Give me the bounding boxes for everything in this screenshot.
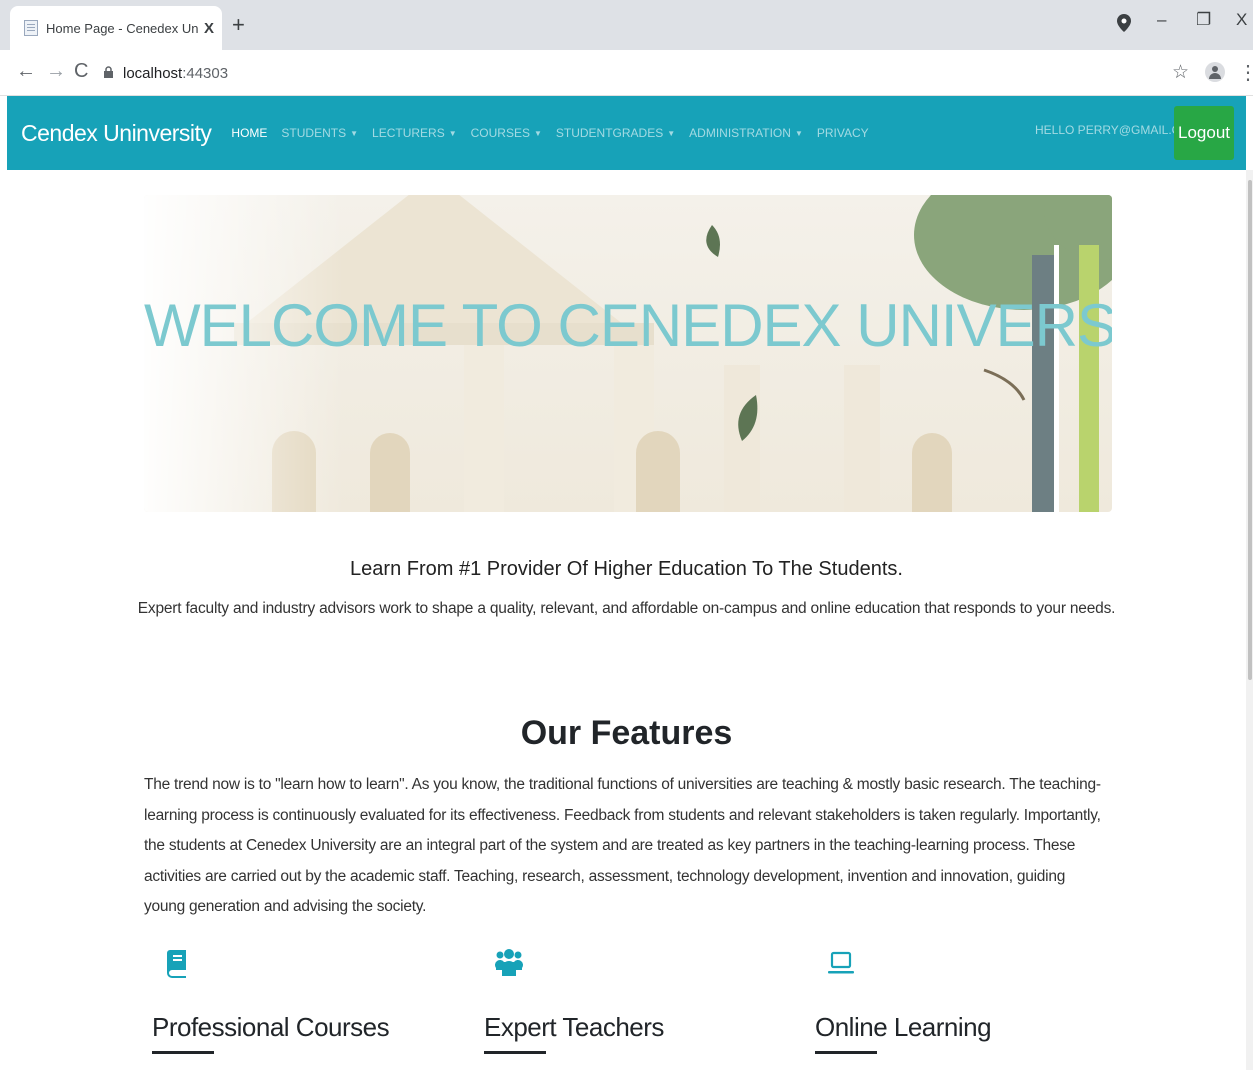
nav-link-studentgrades[interactable]: StudentGrades ▼ <box>556 126 675 140</box>
tab-close-icon[interactable]: X <box>204 20 214 37</box>
nav-link-home[interactable]: Home <box>231 126 267 140</box>
browser-tabstrip: Home Page - Cenedex University X + – ❐ X <box>0 0 1253 50</box>
feature-expert-teachers: Expert Teachers <box>484 946 744 1054</box>
restore-button[interactable]: ❐ <box>1196 10 1211 30</box>
tab-title: Home Page - Cenedex University <box>46 20 198 36</box>
browser-menu-icon[interactable]: ⋮ <box>1238 60 1253 85</box>
feature-online-learning: Online Learning <box>815 946 1075 1054</box>
back-icon[interactable]: ← <box>16 60 36 83</box>
browser-toolbar: ← → C localhost:44303 ☆ ⋮ <box>0 50 1253 96</box>
features-title: Our Features <box>520 714 733 752</box>
address-bar[interactable]: localhost:44303 <box>104 58 1154 88</box>
caret-down-icon: ▼ <box>448 129 457 139</box>
caret-down-icon: ▼ <box>667 129 676 139</box>
nav-link-lecturers[interactable]: Lecturers ▼ <box>372 126 457 140</box>
feature-title: Online Learning <box>815 1012 992 1042</box>
extension-icon[interactable] <box>1117 14 1131 37</box>
minimize-button[interactable]: – <box>1157 10 1166 30</box>
page-favicon-icon <box>24 20 38 36</box>
intro-text: Expert faculty and industry advisors wor… <box>137 600 1116 617</box>
caret-down-icon: ▼ <box>533 129 542 139</box>
book-icon <box>152 946 412 980</box>
hero-title: WELCOME TO CENEDEX UNIVERSITY <box>144 292 1112 359</box>
nav-link-courses[interactable]: Courses ▼ <box>471 126 542 140</box>
users-icon <box>484 946 744 980</box>
browser-tab[interactable]: Home Page - Cenedex University X <box>10 6 222 50</box>
logout-button[interactable]: Logout <box>1174 106 1234 160</box>
intro-heading: Learn From #1 Provider Of Higher Educati… <box>350 558 903 580</box>
nav-link-label: Courses <box>470 126 530 140</box>
nav-link-label: Administration <box>689 126 791 140</box>
nav-link-students[interactable]: Students ▼ <box>281 126 358 140</box>
features-text: The trend now is to "learn how to learn"… <box>144 776 1101 915</box>
feature-title: Expert Teachers <box>484 1012 664 1042</box>
laptop-icon <box>815 946 1075 980</box>
nav-link-label: StudentGrades <box>555 126 664 140</box>
feature-professional-courses: Professional Courses <box>152 946 412 1054</box>
nav-link-label: Privacy <box>816 126 869 140</box>
close-window-button[interactable]: X <box>1236 10 1247 30</box>
feature-underline <box>815 1051 877 1054</box>
nav-link-label: Students <box>281 126 347 140</box>
nav-link-label: Lecturers <box>372 126 445 140</box>
nav-link-privacy[interactable]: Privacy <box>817 126 869 140</box>
site-brand[interactable]: Cendex Uninversity <box>21 120 212 147</box>
new-tab-button[interactable]: + <box>232 12 245 38</box>
feature-underline <box>484 1051 546 1054</box>
site-navbar: Cendex Uninversity Home Students ▼ Lecturer… <box>7 96 1246 170</box>
caret-down-icon: ▼ <box>350 129 359 139</box>
hero-banner: WELCOME TO CENEDEX UNIVERSITY <box>144 195 1112 512</box>
lock-icon <box>104 65 113 81</box>
feature-underline <box>152 1051 214 1054</box>
reload-icon[interactable]: C <box>74 60 88 83</box>
profile-avatar-icon[interactable] <box>1205 62 1225 82</box>
forward-icon[interactable]: → <box>46 60 66 83</box>
nav-link-label: Home <box>231 126 268 140</box>
nav-links: Home Students ▼ Lecturers ▼ Courses ▼ StudentGr… <box>231 126 882 140</box>
url-text: localhost:44303 <box>123 64 229 82</box>
caret-down-icon: ▼ <box>794 129 803 139</box>
nav-link-administration[interactable]: Administration ▼ <box>689 126 803 140</box>
feature-title: Professional Courses <box>152 1012 390 1042</box>
bookmark-star-icon[interactable]: ☆ <box>1172 61 1189 84</box>
